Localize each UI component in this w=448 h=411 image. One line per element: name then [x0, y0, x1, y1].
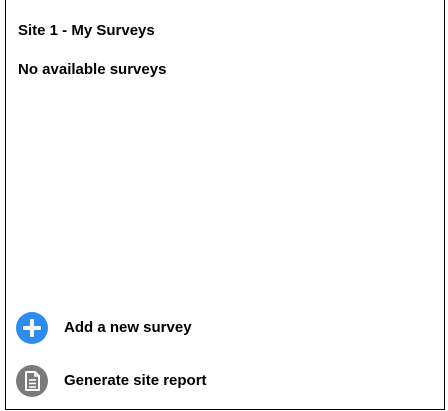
generate-report-label: Generate site report [64, 372, 207, 389]
page-title: Site 1 - My Surveys [18, 22, 155, 39]
document-icon [16, 365, 48, 397]
empty-state-message: No available surveys [18, 61, 167, 78]
add-survey-label: Add a new survey [64, 319, 192, 336]
plus-icon [16, 312, 48, 344]
add-survey-button[interactable]: Add a new survey [16, 312, 192, 344]
surveys-panel: Site 1 - My Surveys No available surveys… [5, 0, 445, 410]
generate-report-button[interactable]: Generate site report [16, 365, 207, 397]
